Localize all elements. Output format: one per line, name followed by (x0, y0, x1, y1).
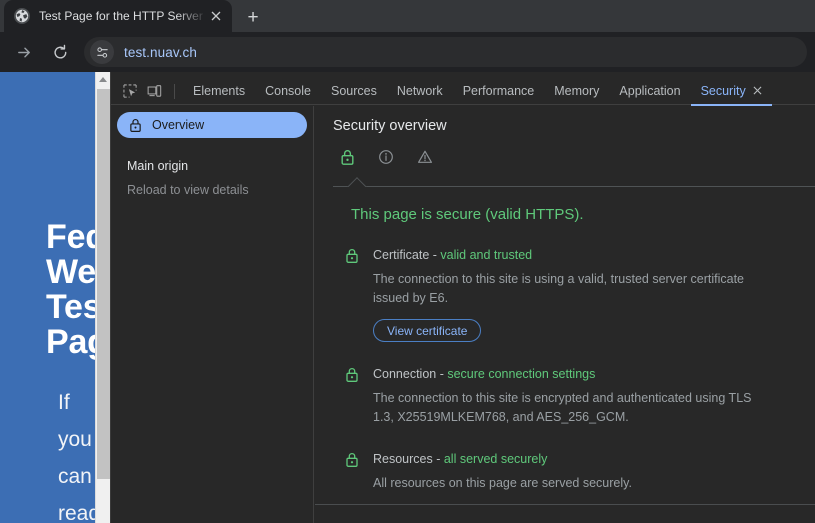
security-section-connection: Connection - secure connection settings … (337, 367, 793, 427)
panel-bottom-divider (315, 504, 815, 505)
tab-memory[interactable]: Memory (544, 78, 609, 105)
info-circle-icon[interactable] (375, 146, 397, 168)
url-text: test.nuav.ch (124, 44, 197, 60)
section-description: All resources on this page are served se… (373, 476, 632, 490)
tab-sources[interactable]: Sources (321, 78, 387, 105)
lock-icon[interactable] (336, 146, 358, 168)
tab-elements[interactable]: Elements (183, 78, 255, 105)
section-label: Resources - (373, 452, 444, 466)
devtools-panel: Elements Console Sources Network Perform… (110, 72, 815, 523)
scroll-up-arrow-icon[interactable] (96, 72, 110, 87)
main-header: Security overview (315, 106, 815, 187)
address-bar[interactable]: test.nuav.ch (84, 37, 807, 67)
section-description: The connection to this site is encrypted… (373, 391, 752, 424)
section-description: The connection to this site is using a v… (373, 272, 745, 305)
section-label: Connection - (373, 367, 448, 381)
reload-icon[interactable] (46, 38, 74, 66)
tab-title: Test Page for the HTTP Server (39, 9, 203, 23)
devtools-toolbar: Elements Console Sources Network Perform… (111, 78, 815, 106)
tab-security[interactable]: Security (690, 78, 772, 106)
page-title: Security overview (333, 118, 447, 134)
security-section-resources: Resources - all served securely All reso… (337, 452, 793, 493)
security-sidebar: Overview Main origin Reload to view deta… (111, 106, 314, 523)
sidebar-group-title: Main origin (127, 159, 189, 173)
lock-icon (345, 367, 359, 383)
tab-network[interactable]: Network (387, 78, 453, 105)
page-scrollbar[interactable] (95, 72, 110, 523)
selected-chip-caret-icon (346, 175, 368, 187)
globe-icon (14, 8, 30, 24)
device-toolbar-icon[interactable] (142, 80, 166, 102)
browser-toolbar: test.nuav.ch (0, 32, 815, 72)
scrollbar-thumb[interactable] (97, 89, 110, 479)
lock-icon (127, 117, 143, 133)
toolbar-divider (174, 83, 175, 99)
sidebar-item-overview[interactable]: Overview (117, 112, 307, 138)
security-headline: This page is secure (valid HTTPS). (351, 206, 584, 223)
browser-window: Test Page for the HTTP Server + test.nua… (0, 0, 815, 523)
security-section-certificate: Certificate - valid and trusted The conn… (337, 248, 793, 342)
close-icon[interactable] (753, 85, 762, 97)
section-headline: Certificate - valid and trusted (373, 248, 793, 262)
inspect-element-icon[interactable] (118, 80, 142, 102)
tab-strip: Test Page for the HTTP Server + (0, 0, 815, 32)
close-icon[interactable] (206, 6, 226, 26)
browser-tab[interactable]: Test Page for the HTTP Server (4, 0, 232, 32)
section-status: secure connection settings (447, 367, 596, 381)
tab-security-label: Security (700, 84, 746, 98)
tab-application[interactable]: Application (609, 78, 690, 105)
section-status: all served securely (443, 452, 548, 466)
lock-icon (345, 452, 359, 468)
lock-icon (345, 248, 359, 264)
security-main-panel: Security overview This page is secure (v… (315, 106, 815, 523)
tab-performance[interactable]: Performance (453, 78, 545, 105)
status-chip-row (333, 146, 815, 168)
sidebar-item-label: Overview (152, 118, 205, 132)
sidebar-group-subtext: Reload to view details (127, 183, 249, 197)
security-details: This page is secure (valid HTTPS). Certi… (315, 206, 815, 493)
forward-arrow-icon[interactable] (10, 38, 38, 66)
tab-console[interactable]: Console (255, 78, 321, 105)
site-settings-tune-icon[interactable] (90, 40, 114, 64)
view-certificate-button[interactable]: View certificate (373, 319, 482, 342)
section-headline: Connection - secure connection settings (373, 367, 793, 381)
summary-divider (333, 175, 815, 187)
warning-triangle-icon[interactable] (414, 146, 436, 168)
new-tab-button[interactable]: + (240, 4, 266, 30)
section-status: valid and trusted (440, 248, 533, 262)
section-label: Certificate - (373, 248, 441, 262)
section-headline: Resources - all served securely (373, 452, 793, 466)
